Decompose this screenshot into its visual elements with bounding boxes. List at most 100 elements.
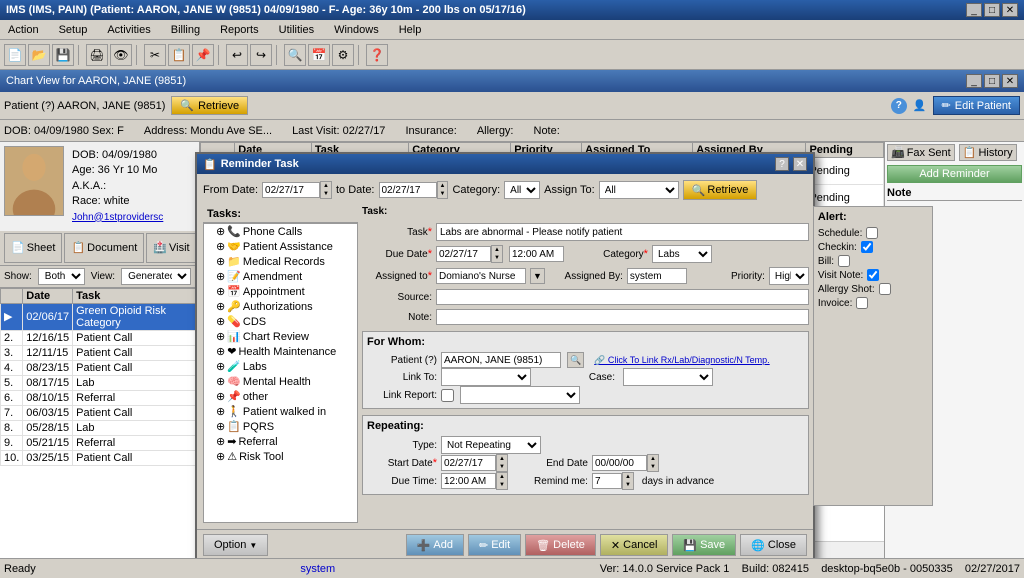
menu-billing[interactable]: Billing <box>167 23 204 37</box>
to-date-input[interactable] <box>379 182 437 198</box>
menu-reports[interactable]: Reports <box>216 23 263 37</box>
tab-sheet[interactable]: 📄 Sheet <box>4 233 62 263</box>
table-row[interactable]: 8. 05/28/15 Lab <box>1 420 199 435</box>
menu-windows[interactable]: Windows <box>330 23 383 37</box>
toolbar-settings[interactable]: ⚙ <box>332 44 354 66</box>
toolbar-calendar[interactable]: 📅 <box>308 44 330 66</box>
menu-setup[interactable]: Setup <box>55 23 92 37</box>
note-input[interactable] <box>436 309 809 325</box>
toolbar-new[interactable]: 📄 <box>4 44 26 66</box>
tree-item-patient-walked-in[interactable]: ⊕ 🚶 Patient walked in <box>204 404 357 419</box>
tree-item-authorizations[interactable]: ⊕ 🔑 Authorizations <box>204 299 357 314</box>
tree-item-risk-tool[interactable]: ⊕ ⚠ Risk Tool <box>204 449 357 464</box>
option-button[interactable]: Option ▼ <box>203 534 268 556</box>
remind-days-spinner-btn[interactable]: ▲ ▼ <box>622 472 634 490</box>
start-date-input[interactable] <box>441 455 496 471</box>
table-row[interactable]: 4. 08/23/15 Patient Call <box>1 360 199 375</box>
from-date-spinner-btn[interactable]: ▲ ▼ <box>320 181 332 199</box>
toolbar-paste[interactable]: 📌 <box>192 44 214 66</box>
table-row[interactable]: 2. 12/16/15 Patient Call <box>1 330 199 345</box>
repeating-type-select[interactable]: Not Repeating <box>441 436 541 454</box>
table-row[interactable]: 7. 06/03/15 Patient Call <box>1 405 199 420</box>
tree-item-medical-records[interactable]: ⊕ 📁 Medical Records <box>204 254 357 269</box>
tree-item-health-maintenance[interactable]: ⊕ ❤ Health Maintenance <box>204 344 357 359</box>
toolbar-redo[interactable]: ↪ <box>250 44 272 66</box>
due-time-input[interactable] <box>509 246 564 262</box>
menu-utilities[interactable]: Utilities <box>275 23 318 37</box>
tree-item-cds[interactable]: ⊕ 💊 CDS <box>204 314 357 329</box>
down-arrow6[interactable]: ▼ <box>497 481 507 489</box>
checkin-checkbox[interactable] <box>861 241 873 253</box>
assigned-to-picker-btn[interactable]: ▼ <box>530 268 545 284</box>
category-select[interactable]: All <box>504 181 540 199</box>
close-button[interactable]: 🌐 Close <box>740 534 807 556</box>
table-row[interactable]: ▶ 02/06/17 Green Opioid Risk Category <box>1 303 199 330</box>
link-to-select[interactable] <box>441 368 531 386</box>
due-date-input[interactable] <box>436 246 491 262</box>
up-arrow4[interactable]: ▲ <box>497 455 507 463</box>
assigned-to-input[interactable] <box>436 268 526 284</box>
down-arrow3[interactable]: ▼ <box>492 254 502 262</box>
link-rx-lab-link[interactable]: 🔗 Click To Link Rx/Lab/Diagnostic/N Temp… <box>594 355 769 366</box>
menu-activities[interactable]: Activities <box>103 23 154 37</box>
filter-retrieve-btn[interactable]: 🔍 Retrieve <box>683 180 758 200</box>
priority-select[interactable]: High <box>769 267 809 285</box>
down-arrow[interactable]: ▼ <box>321 190 331 198</box>
visit-note-checkbox[interactable] <box>867 269 879 281</box>
up-arrow7[interactable]: ▲ <box>623 473 633 481</box>
tree-item-mental-health[interactable]: ⊕ 🧠 Mental Health <box>204 374 357 389</box>
tree-item-appointment[interactable]: ⊕ 📅 Appointment <box>204 284 357 299</box>
tab-visit[interactable]: 🏥 Visit <box>146 233 196 263</box>
invoice-checkbox[interactable] <box>856 297 868 309</box>
tree-item-other[interactable]: ⊕ 📌 other <box>204 389 357 404</box>
table-row[interactable]: 6. 08/10/15 Referral <box>1 390 199 405</box>
schedule-checkbox[interactable] <box>866 227 878 239</box>
fax-sent-button[interactable]: 📠 Fax Sent <box>887 144 955 161</box>
up-arrow6[interactable]: ▲ <box>497 473 507 481</box>
retrieve-button[interactable]: 🔍 Retrieve <box>171 96 248 115</box>
cancel-button[interactable]: ✕ Cancel <box>600 534 668 556</box>
patient-picker-btn[interactable]: 🔍 <box>567 352 584 368</box>
add-reminder-button[interactable]: Add Reminder <box>887 165 1022 183</box>
tree-item-patient-assistance[interactable]: ⊕ 🤝 Patient Assistance <box>204 239 357 254</box>
dialog-help-btn[interactable]: ? <box>775 157 789 171</box>
down-arrow2[interactable]: ▼ <box>438 190 448 198</box>
down-arrow4[interactable]: ▼ <box>497 463 507 471</box>
assigned-by-input[interactable] <box>627 268 687 284</box>
up-arrow3[interactable]: ▲ <box>492 246 502 254</box>
tree-item-pqrs[interactable]: ⊕ 📋 PQRS <box>204 419 357 434</box>
chart-close-btn[interactable]: ✕ <box>1002 74 1018 88</box>
category-detail-select[interactable]: Labs <box>652 245 712 263</box>
up-arrow5[interactable]: ▲ <box>648 455 658 463</box>
case-select[interactable] <box>623 368 713 386</box>
toolbar-print[interactable]: 🖨 <box>86 44 108 66</box>
end-date-input[interactable] <box>592 455 647 471</box>
edit-patient-button[interactable]: ✏ Edit Patient <box>933 96 1020 115</box>
edit-button[interactable]: ✏ Edit <box>468 534 521 556</box>
close-btn[interactable]: ✕ <box>1002 3 1018 17</box>
toolbar-open[interactable]: 📂 <box>28 44 50 66</box>
due-time-spinner-btn[interactable]: ▲ ▼ <box>496 472 508 490</box>
toolbar-preview[interactable]: 👁 <box>110 44 132 66</box>
tree-item-referral[interactable]: ⊕ ➡ Referral <box>204 434 357 449</box>
delete-button[interactable]: 🗑 Delete <box>525 534 596 556</box>
show-select[interactable]: Both <box>38 268 85 285</box>
maximize-btn[interactable]: □ <box>984 3 1000 17</box>
link-report-select[interactable] <box>460 386 580 404</box>
tree-item-labs[interactable]: ⊕ 🧪 Labs <box>204 359 357 374</box>
down-arrow7[interactable]: ▼ <box>623 481 633 489</box>
menu-help[interactable]: Help <box>395 23 426 37</box>
bill-checkbox[interactable] <box>838 255 850 267</box>
dialog-close-btn[interactable]: ✕ <box>793 157 807 171</box>
from-date-input[interactable] <box>262 182 320 198</box>
link-report-checkbox[interactable] <box>441 389 454 402</box>
up-arrow2[interactable]: ▲ <box>438 182 448 190</box>
help-icon[interactable]: ? <box>891 98 907 114</box>
toolbar-undo[interactable]: ↩ <box>226 44 248 66</box>
assign-to-select[interactable]: All <box>599 181 679 199</box>
table-row[interactable]: 5. 08/17/15 Lab <box>1 375 199 390</box>
add-button[interactable]: ➕ Add <box>406 534 464 556</box>
tab-document[interactable]: 📋 Document <box>64 233 144 263</box>
source-input[interactable] <box>436 289 809 305</box>
toolbar-cut[interactable]: ✂ <box>144 44 166 66</box>
